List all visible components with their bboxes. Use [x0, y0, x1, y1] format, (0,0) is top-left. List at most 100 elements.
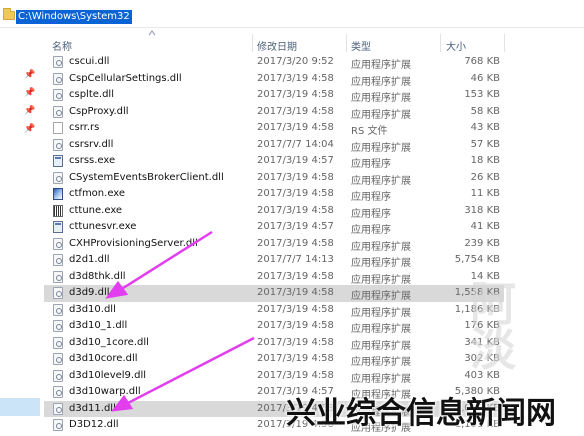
file-date: 2017/3/19 4:58 — [257, 188, 334, 199]
file-size: 26 KB — [470, 171, 500, 183]
file-date: 2017/3/19 4:58 — [257, 303, 334, 315]
file-name: CSystemEventsBrokerClient.dll — [69, 171, 224, 183]
file-row[interactable]: cttune.exe 2017/3/19 4:58 应用程序 318 KB — [44, 203, 504, 220]
file-row[interactable]: d3d9.dll 2017/3/19 4:58 应用程序扩展 1,558 KB — [44, 285, 504, 302]
file-row[interactable]: csrss.exe 2017/3/19 4:57 应用程序 18 KB — [44, 153, 504, 170]
file-date: 2017/3/19 4:57 — [257, 221, 334, 232]
file-name: cttune.exe — [69, 204, 123, 216]
file-name: D3D12.dll — [69, 419, 119, 430]
address-path[interactable]: C:\Windows\System32 — [16, 10, 132, 24]
nav-pane-fragment — [0, 80, 8, 90]
address-bar[interactable]: C:\Windows\System32 — [0, 0, 584, 28]
file-size: 239 KB — [464, 237, 500, 249]
file-row[interactable]: cscui.dll 2017/3/20 9:52 应用程序扩展 768 KB — [44, 54, 504, 71]
file-type: 应用程序 — [351, 208, 391, 220]
column-size[interactable]: 大小 — [446, 38, 466, 53]
file-size: 41 KB — [470, 221, 500, 232]
file-name: CXHProvisioningServer.dll — [69, 237, 198, 249]
column-type[interactable]: 类型 — [351, 38, 371, 53]
dll-icon — [53, 270, 63, 283]
sort-up-icon[interactable] — [148, 29, 156, 37]
file-type: 应用程序 — [351, 192, 391, 203]
file-date: 2017/7/7 14:13 — [257, 254, 334, 265]
ctfmon-icon — [53, 188, 63, 200]
column-divider[interactable] — [346, 34, 347, 52]
file-name: CspCellularSettings.dll — [69, 72, 182, 84]
column-date[interactable]: 修改日期 — [257, 38, 297, 53]
pin-icon[interactable]: 📌 — [24, 106, 35, 116]
file-row[interactable]: d3d10_1.dll 2017/3/19 4:58 应用程序扩展 176 KB — [44, 318, 504, 335]
file-type: 应用程序扩展 — [351, 76, 411, 88]
file-row[interactable]: cttunesvr.exe 2017/3/19 4:57 应用程序 41 KB — [44, 219, 504, 236]
file-name: d3d10core.dll — [69, 353, 138, 364]
dll-icon — [53, 287, 63, 299]
file-date: 2017/7/7 14:04 — [257, 138, 334, 150]
pin-icon[interactable]: 📌 — [24, 124, 35, 134]
dll-icon — [53, 72, 63, 85]
file-name: d3d10level9.dll — [69, 369, 147, 381]
file-type: 应用程序 — [351, 225, 391, 236]
dll-icon — [53, 320, 63, 332]
file-row[interactable]: d2d1.dll 2017/7/7 14:13 应用程序扩展 5,754 KB — [44, 252, 504, 269]
file-type: 应用程序扩展 — [351, 324, 411, 335]
file-row[interactable]: d3d8thk.dll 2017/3/19 4:58 应用程序扩展 14 KB — [44, 269, 504, 286]
file-type: 应用程序 — [351, 159, 391, 170]
column-divider[interactable] — [504, 34, 505, 52]
pin-icon[interactable]: 📌 — [24, 70, 35, 80]
file-name: d3d10warp.dll — [69, 386, 141, 397]
watermark-caption: 兴业综合信息新闻网 — [286, 396, 556, 431]
file-type: 应用程序扩展 — [351, 241, 411, 253]
file-date: 2017/3/19 4:58 — [257, 122, 334, 133]
file-type: 应用程序扩展 — [351, 373, 411, 385]
dll-icon — [53, 386, 63, 398]
file-date: 2017/3/19 4:58 — [257, 72, 334, 84]
file-row[interactable]: csrsrv.dll 2017/7/7 14:04 应用程序扩展 57 KB — [44, 137, 504, 154]
file-row[interactable]: CspProxy.dll 2017/3/19 4:58 应用程序扩展 58 KB — [44, 104, 504, 121]
file-name: csrsrv.dll — [69, 138, 114, 150]
file-name: csplte.dll — [69, 89, 114, 100]
file-type: 应用程序扩展 — [351, 175, 411, 187]
file-name: csrr.rs — [69, 122, 100, 133]
file-type: 应用程序扩展 — [351, 109, 411, 121]
file-date: 2017/3/19 4:58 — [257, 353, 334, 364]
column-divider[interactable] — [440, 34, 441, 52]
file-size: 318 KB — [464, 204, 500, 216]
file-row[interactable]: d3d10_1core.dll 2017/3/19 4:58 应用程序扩展 341 K… — [44, 335, 504, 352]
file-row[interactable]: d3d10.dll 2017/3/19 4:58 应用程序扩展 1,186 KB — [44, 302, 504, 319]
nav-pane-selected-item[interactable] — [0, 398, 40, 416]
file-type: 应用程序扩展 — [351, 340, 411, 352]
file-date: 2017/3/19 4:58 — [257, 171, 334, 183]
file-row[interactable]: ctfmon.exe 2017/3/19 4:58 应用程序 11 KB — [44, 186, 504, 203]
exe-icon — [53, 221, 63, 233]
file-date: 2017/3/19 4:58 — [257, 320, 334, 331]
cttune-icon — [53, 204, 63, 217]
dll-icon — [53, 419, 63, 431]
file-row[interactable]: csplte.dll 2017/3/19 4:58 应用程序扩展 153 KB — [44, 87, 504, 104]
file-row[interactable]: d3d10core.dll 2017/3/19 4:58 应用程序扩展 302 KB — [44, 351, 504, 368]
pin-icon[interactable]: 📌 — [24, 88, 35, 98]
file-size: 57 KB — [470, 138, 500, 150]
file-row[interactable]: CSystemEventsBrokerClient.dll 2017/3/19 4… — [44, 170, 504, 187]
file-name: d3d10_1.dll — [69, 320, 128, 331]
file-date: 2017/3/19 4:58 — [257, 237, 334, 249]
file-type: 应用程序扩展 — [351, 258, 411, 269]
file-row[interactable]: CspCellularSettings.dll 2017/3/19 4:58 应用程… — [44, 71, 504, 88]
column-name[interactable]: 名称 — [52, 38, 72, 53]
dll-icon — [53, 171, 63, 184]
file-row[interactable]: CXHProvisioningServer.dll 2017/3/19 4:58 应… — [44, 236, 504, 253]
file-row[interactable]: d3d10level9.dll 2017/3/19 4:58 应用程序扩展 403 K… — [44, 368, 504, 385]
dll-icon — [53, 353, 63, 365]
column-divider[interactable] — [252, 34, 253, 52]
dll-icon — [53, 303, 63, 316]
file-date: 2017/3/19 4:57 — [257, 155, 334, 166]
file-row[interactable]: csrr.rs 2017/3/19 4:58 RS 文件 43 KB — [44, 120, 504, 137]
file-type: 应用程序扩展 — [351, 307, 411, 319]
file-name: d3d9.dll — [69, 287, 110, 298]
file-list: cscui.dll 2017/3/20 9:52 应用程序扩展 768 KB CspCe… — [44, 54, 504, 434]
file-date: 2017/3/19 4:58 — [257, 204, 334, 216]
dll-icon — [53, 237, 63, 250]
file-type: 应用程序扩展 — [351, 142, 411, 154]
watermark-logo: 阿淡 — [470, 277, 516, 376]
file-date: 2017/3/19 4:58 — [257, 287, 334, 298]
file-name: d3d8thk.dll — [69, 270, 126, 282]
